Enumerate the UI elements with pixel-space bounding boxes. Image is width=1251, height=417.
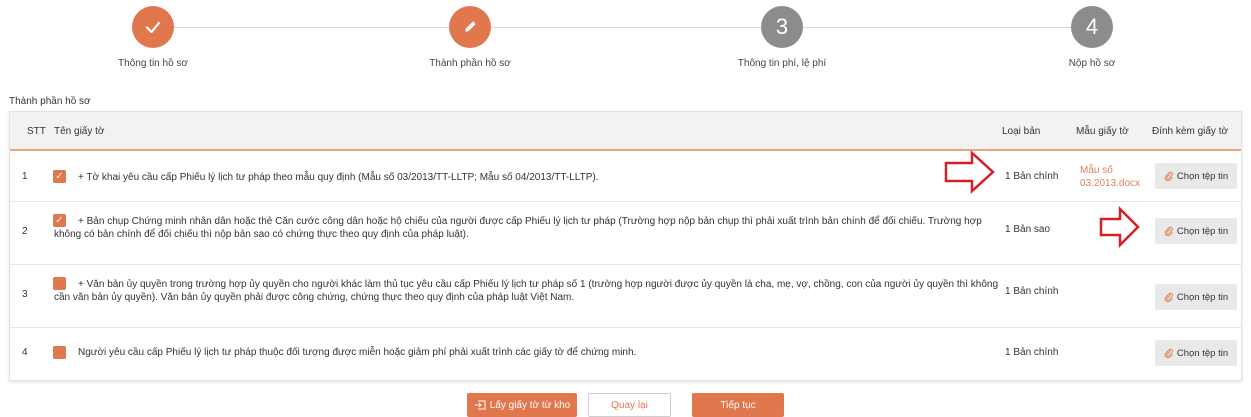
row-stt: 2 — [22, 226, 28, 237]
step-label: Thông tin hồ sơ — [118, 58, 188, 69]
step-number: 4 — [1071, 6, 1113, 48]
header-name: Tên giấy tờ — [54, 126, 105, 137]
back-button[interactable]: Quay lại — [588, 393, 671, 417]
paperclip-icon — [1164, 171, 1173, 181]
row-document-name: Người yêu cầu cấp Phiếu lý lịch tư pháp … — [78, 347, 637, 358]
paperclip-icon — [1164, 292, 1173, 302]
continue-button[interactable]: Tiếp tục — [692, 393, 784, 417]
row-document-name: + Tờ khai yêu cầu cấp Phiếu lý lịch tư p… — [78, 172, 599, 183]
row-document-name: + Bản chụp Chứng minh nhân dân hoặc thẻ … — [54, 216, 982, 240]
step-label: Nộp hồ sơ — [1068, 58, 1116, 69]
import-icon — [474, 400, 486, 410]
documents-table: STT Tên giấy tờ Loại bản Mẫu giấy tờ Đín… — [9, 111, 1242, 381]
paperclip-icon — [1164, 226, 1173, 236]
check-icon — [132, 6, 174, 48]
template-link[interactable]: Mẫu số 03.2013.docx — [1080, 164, 1140, 190]
row-stt: 4 — [22, 347, 28, 358]
table-row: 2 ✓ + Bản chụp Chứng minh nhân dân hoặc … — [10, 202, 1241, 265]
header-type: Loại bản — [1002, 126, 1041, 137]
row-stt: 1 — [22, 171, 28, 182]
stepper-line — [153, 27, 1095, 28]
row-stt: 3 — [22, 289, 28, 300]
row-type: 1 Bản sao — [1005, 224, 1051, 235]
table-row: 1 ✓ + Tờ khai yêu cầu cấp Phiếu lý lịch … — [10, 151, 1241, 202]
row-type: 1 Bản chính — [1005, 347, 1059, 358]
header-template: Mẫu giấy tờ — [1076, 126, 1129, 137]
section-title: Thành phần hồ sơ — [9, 96, 91, 107]
step-number: 3 — [761, 6, 803, 48]
step-3[interactable]: 3 Thông tin phí, lệ phí — [672, 6, 892, 69]
header-attach: Đính kèm giấy tờ — [1152, 126, 1229, 137]
step-4[interactable]: 4 Nộp hồ sơ — [982, 6, 1202, 69]
choose-file-button[interactable]: Chọn tệp tin — [1155, 284, 1237, 310]
choose-file-button[interactable]: Chọn tệp tin — [1155, 163, 1237, 189]
header-stt: STT — [27, 126, 46, 137]
step-label: Thành phần hồ sơ — [429, 58, 511, 69]
choose-file-button[interactable]: Chọn tệp tin — [1155, 340, 1237, 366]
step-1[interactable]: Thông tin hồ sơ — [43, 6, 263, 69]
table-row: 3 + Văn bản ủy quyền trong trường hợp ủy… — [10, 265, 1241, 328]
row-type: 1 Bản chính — [1005, 286, 1059, 297]
page: Thông tin hồ sơ Thành phần hồ sơ 3 Thông… — [0, 0, 1251, 417]
import-from-storage-button[interactable]: Lấy giấy tờ từ kho — [467, 393, 577, 417]
table-row: 4 Người yêu cầu cấp Phiếu lý lịch tư phá… — [10, 328, 1241, 378]
table-header: STT Tên giấy tờ Loại bản Mẫu giấy tờ Đín… — [10, 112, 1241, 151]
row-type: 1 Bản chính — [1005, 171, 1059, 182]
step-2[interactable]: Thành phần hồ sơ — [360, 6, 580, 69]
row-document-name: + Văn bản ủy quyền trong trường hợp ủy q… — [54, 279, 999, 303]
pencil-icon — [449, 6, 491, 48]
choose-file-button[interactable]: Chọn tệp tin — [1155, 218, 1237, 244]
stepper: Thông tin hồ sơ Thành phần hồ sơ 3 Thông… — [0, 0, 1251, 80]
arrow-right-icon — [1099, 206, 1140, 248]
arrow-right-icon — [944, 150, 995, 194]
step-label: Thông tin phí, lệ phí — [737, 58, 827, 69]
paperclip-icon — [1164, 348, 1173, 358]
